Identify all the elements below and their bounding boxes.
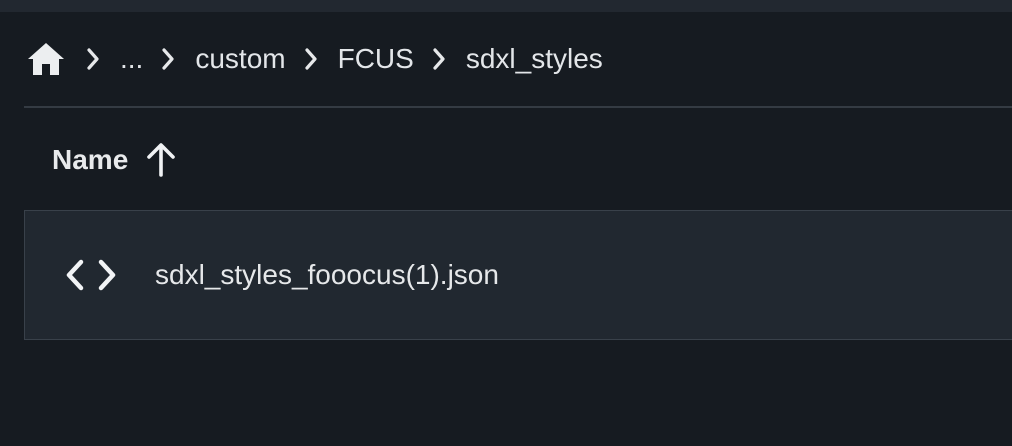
breadcrumb: ... custom FCUS sdxl_styles	[26, 36, 603, 82]
column-header-name[interactable]: Name	[52, 138, 178, 182]
breadcrumb-item-ellipsis[interactable]: ...	[120, 36, 143, 82]
code-brackets-icon	[63, 255, 119, 295]
breadcrumb-item-current: sdxl_styles	[465, 43, 603, 74]
breadcrumb-item-fcus[interactable]: FCUS	[338, 36, 414, 82]
chevron-right-icon	[298, 36, 324, 82]
chevron-right-icon	[80, 36, 106, 82]
home-icon[interactable]	[26, 36, 68, 82]
breadcrumb-item-custom[interactable]: custom	[195, 36, 285, 82]
table-row[interactable]: sdxl_styles_fooocus(1).json	[24, 210, 1012, 340]
chevron-right-icon	[426, 36, 452, 82]
top-bar	[0, 0, 1012, 12]
arrow-up-icon[interactable]	[144, 141, 178, 179]
column-header-label: Name	[52, 144, 129, 175]
chevron-right-icon	[155, 36, 181, 82]
file-name: sdxl_styles_fooocus(1).json	[155, 259, 499, 290]
breadcrumb-divider	[24, 106, 1012, 108]
